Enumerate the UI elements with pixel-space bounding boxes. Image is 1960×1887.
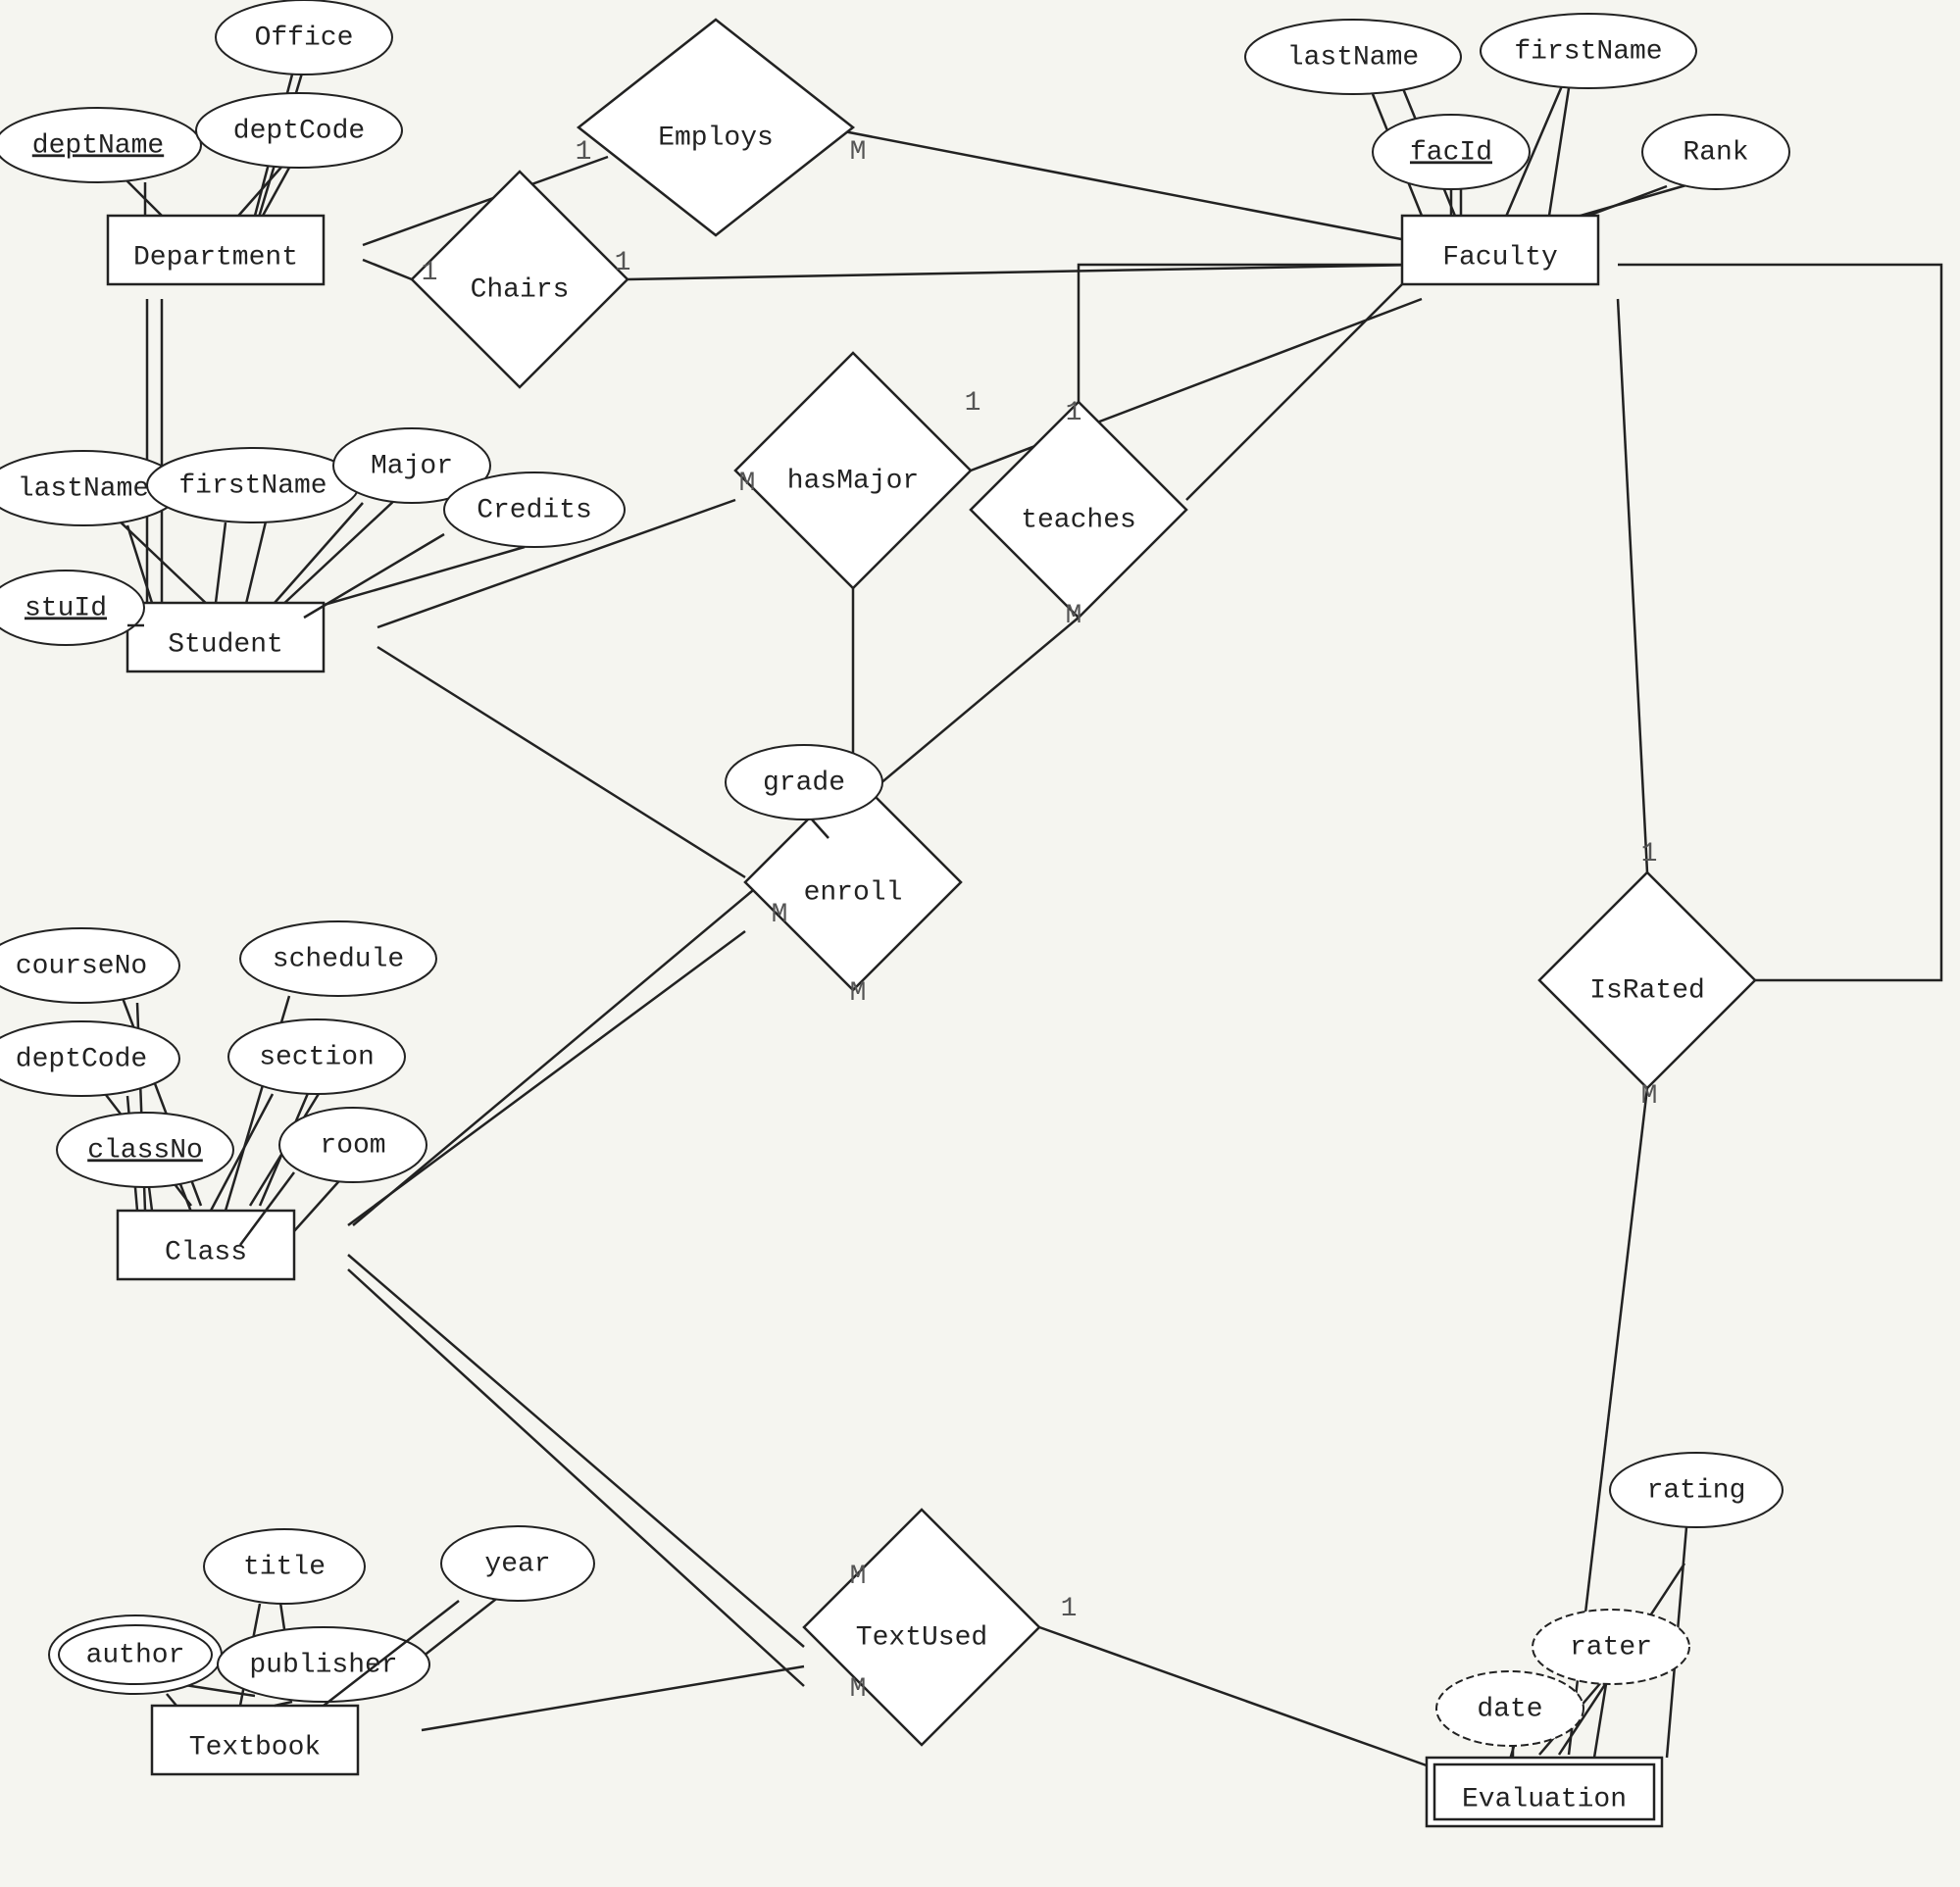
cardinality-chairs-1a: 1 — [422, 258, 438, 288]
label-evaluation: Evaluation — [1462, 1784, 1627, 1814]
label-textbook: Textbook — [189, 1732, 321, 1763]
label-year: year — [484, 1549, 550, 1579]
label-classno: classNo — [87, 1135, 203, 1166]
label-faculty: Faculty — [1442, 242, 1558, 273]
label-major: Major — [371, 451, 453, 481]
label-class-deptcode: deptCode — [16, 1044, 147, 1074]
label-fac-lastname: lastName — [1287, 42, 1419, 73]
label-title: title — [243, 1552, 326, 1582]
label-stuid: stuId — [25, 593, 107, 623]
label-stu-firstname: firstName — [178, 471, 327, 501]
cardinality-hasmajor-1: 1 — [965, 388, 981, 419]
label-author: author — [86, 1640, 185, 1670]
cardinality-enroll-m-stu: M — [772, 900, 788, 930]
label-teaches: teaches — [1021, 505, 1136, 535]
cardinality-israted-1: 1 — [1641, 839, 1658, 869]
label-chairs: Chairs — [471, 274, 570, 305]
label-rank: Rank — [1683, 137, 1748, 168]
label-stu-lastname: lastName — [18, 473, 149, 504]
label-grade: grade — [763, 768, 845, 798]
cardinality-employs-m: M — [850, 137, 867, 168]
label-israted: IsRated — [1589, 975, 1705, 1006]
cardinality-textused-m-txt: M — [850, 1674, 867, 1705]
label-textused: TextUsed — [856, 1622, 987, 1653]
label-enroll: enroll — [804, 877, 903, 908]
cardinality-enroll-m-cls: M — [850, 978, 867, 1009]
label-section: section — [259, 1042, 375, 1072]
er-diagram: Employs Chairs hasMajor teaches enroll T… — [0, 0, 1960, 1887]
cardinality-chairs-1b: 1 — [615, 248, 631, 278]
label-credits: Credits — [477, 495, 592, 525]
cardinality-textused-1-eval: 1 — [1061, 1594, 1078, 1624]
cardinality-hasmajor-m: M — [739, 469, 756, 499]
label-office: Office — [255, 23, 354, 53]
label-student: Student — [168, 629, 283, 660]
label-fac-firstname: firstName — [1514, 36, 1662, 67]
cardinality-teaches-1: 1 — [1066, 398, 1082, 428]
cardinality-textused-m-cls: M — [850, 1562, 867, 1592]
label-employs: Employs — [658, 123, 774, 153]
label-date: date — [1477, 1694, 1542, 1724]
cardinality-teaches-m: M — [1066, 601, 1082, 631]
label-class: Class — [165, 1237, 247, 1267]
cardinality-employs-1: 1 — [576, 137, 592, 168]
label-deptcode: deptCode — [233, 116, 365, 146]
label-rating: rating — [1647, 1475, 1746, 1506]
label-hasmajor: hasMajor — [787, 466, 919, 496]
label-rater: rater — [1570, 1632, 1652, 1663]
label-deptname: deptName — [32, 130, 164, 161]
label-facid: facId — [1410, 137, 1492, 168]
label-courseno: courseNo — [16, 951, 147, 981]
label-room: room — [320, 1130, 385, 1161]
label-schedule: schedule — [273, 944, 404, 974]
cardinality-israted-m: M — [1641, 1081, 1658, 1112]
label-department: Department — [133, 242, 298, 273]
